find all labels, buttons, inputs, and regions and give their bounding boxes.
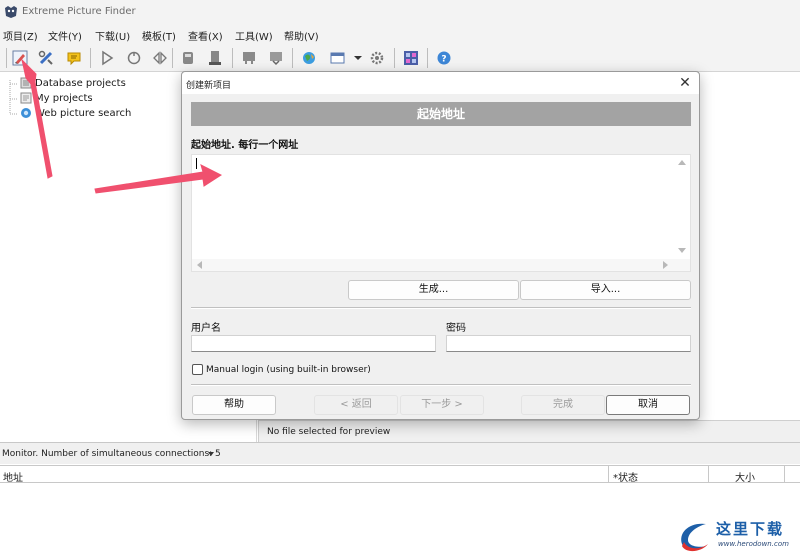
tree-item-label: Web picture search bbox=[35, 107, 132, 119]
password-field[interactable] bbox=[446, 335, 691, 352]
toolbar-separator bbox=[172, 48, 173, 68]
tree-connector-lines bbox=[9, 80, 18, 115]
flag-alt-icon[interactable] bbox=[268, 50, 284, 66]
play-icon[interactable] bbox=[99, 50, 115, 66]
help-icon[interactable]: ? bbox=[436, 50, 452, 66]
watermark-swoosh-icon bbox=[681, 523, 708, 552]
watermark-url: www.herodown.com bbox=[718, 540, 789, 548]
column-size[interactable]: 大小 bbox=[735, 469, 755, 484]
tree-item-web-picture-search[interactable]: Web picture search bbox=[20, 106, 131, 120]
dialog-banner: 起始地址 bbox=[191, 102, 691, 126]
app-logo-icon bbox=[5, 6, 17, 18]
finish-button[interactable]: 完成 bbox=[521, 395, 605, 415]
svg-text:?: ? bbox=[441, 55, 446, 65]
scroll-up-icon[interactable] bbox=[678, 160, 686, 165]
menu-download[interactable]: 下载(U) bbox=[95, 28, 130, 43]
preview-status-text: No file selected for preview bbox=[267, 427, 391, 437]
toolbar-separator bbox=[232, 48, 233, 68]
view-icon[interactable] bbox=[330, 50, 346, 66]
download-grid-header: 地址 *状态 大小 bbox=[0, 465, 800, 484]
comment-icon[interactable] bbox=[66, 50, 82, 66]
username-field[interactable] bbox=[191, 335, 436, 352]
preview-status-bar: No file selected for preview bbox=[258, 420, 800, 442]
import-button[interactable]: 导入... bbox=[520, 280, 691, 300]
username-label: 用户名 bbox=[191, 323, 221, 334]
start-url-textarea[interactable] bbox=[191, 154, 691, 272]
section-divider bbox=[191, 307, 691, 309]
globe-icon bbox=[21, 108, 31, 118]
save-icon[interactable] bbox=[207, 50, 223, 66]
new-project-icon[interactable] bbox=[12, 50, 28, 66]
menu-project[interactable]: 项目(Z) bbox=[3, 28, 38, 43]
chevron-down-icon[interactable] bbox=[350, 50, 366, 66]
column-separator[interactable] bbox=[608, 466, 609, 483]
start-url-label: 起始地址. 每行一个网址 bbox=[191, 140, 299, 151]
menu-bar: 项目(Z) 文件(Y) 下载(U) 模板(T) 查看(X) 工具(W) 帮助(V… bbox=[0, 24, 800, 44]
password-label: 密码 bbox=[446, 323, 466, 334]
menu-help[interactable]: 帮助(V) bbox=[284, 28, 319, 43]
toolbar-separator bbox=[90, 48, 91, 68]
database-icon[interactable] bbox=[180, 50, 196, 66]
site-watermark: 这里下载 www.herodown.com bbox=[672, 516, 800, 556]
toolbar-separator bbox=[394, 48, 395, 68]
menu-tools[interactable]: 工具(W) bbox=[235, 28, 273, 43]
column-separator[interactable] bbox=[784, 466, 785, 483]
horizontal-scrollbar[interactable] bbox=[192, 259, 690, 271]
back-button[interactable]: < 返回 bbox=[314, 395, 398, 415]
database-icon bbox=[20, 77, 32, 89]
stop-icon[interactable] bbox=[126, 50, 142, 66]
toolbar-separator bbox=[427, 48, 428, 68]
generate-button[interactable]: 生成... bbox=[348, 280, 519, 300]
picture-grid-icon[interactable] bbox=[403, 50, 419, 66]
connections-dropdown-icon[interactable] bbox=[208, 452, 214, 456]
new-project-dialog: 创建新项目 ✕ 起始地址 起始地址. 每行一个网址 生成... 导入... 用户… bbox=[181, 71, 700, 420]
dialog-titlebar[interactable]: 创建新项目 ✕ bbox=[182, 72, 699, 94]
next-button[interactable]: 下一步 > bbox=[400, 395, 484, 415]
app-title: Extreme Picture Finder bbox=[22, 6, 136, 17]
manual-login-checkbox[interactable] bbox=[192, 364, 203, 375]
flag-icon[interactable] bbox=[241, 50, 257, 66]
step-icon[interactable] bbox=[152, 50, 168, 66]
monitor-bar: Monitor. Number of simultaneous connecti… bbox=[0, 442, 800, 464]
folder-icon bbox=[20, 92, 32, 104]
menu-template[interactable]: 模板(T) bbox=[142, 28, 176, 43]
tree-item-my-projects[interactable]: My projects bbox=[20, 91, 93, 105]
column-address[interactable]: 地址 bbox=[3, 469, 23, 484]
settings-icon[interactable] bbox=[369, 50, 385, 66]
toolbar-separator bbox=[292, 48, 293, 68]
text-caret bbox=[196, 158, 197, 169]
cancel-button[interactable]: 取消 bbox=[606, 395, 690, 415]
globe-icon[interactable] bbox=[301, 50, 317, 66]
app-titlebar: Extreme Picture Finder bbox=[0, 0, 800, 24]
edit-project-icon[interactable] bbox=[38, 50, 54, 66]
scroll-right-icon[interactable] bbox=[663, 261, 668, 269]
tree-item-label: My projects bbox=[35, 92, 93, 104]
tree-item-label: Database projects bbox=[35, 77, 126, 89]
monitor-connections-text: Monitor. Number of simultaneous connecti… bbox=[2, 449, 221, 459]
menu-file[interactable]: 文件(Y) bbox=[48, 28, 82, 43]
toolbar: ? bbox=[0, 44, 800, 72]
menu-view[interactable]: 查看(X) bbox=[188, 28, 223, 43]
watermark-title: 这里下载 bbox=[716, 520, 785, 538]
column-status[interactable]: *状态 bbox=[613, 469, 638, 484]
help-button[interactable]: 帮助 bbox=[192, 395, 276, 415]
manual-login-label[interactable]: Manual login (using built-in browser) bbox=[206, 365, 371, 375]
tree-item-database-projects[interactable]: Database projects bbox=[20, 76, 126, 90]
scroll-left-icon[interactable] bbox=[197, 261, 202, 269]
column-separator[interactable] bbox=[708, 466, 709, 483]
toolbar-separator bbox=[6, 48, 7, 68]
scroll-down-icon[interactable] bbox=[678, 248, 686, 253]
close-icon[interactable]: ✕ bbox=[677, 75, 693, 91]
dialog-title: 创建新项目 bbox=[186, 81, 232, 91]
footer-divider bbox=[191, 384, 691, 386]
